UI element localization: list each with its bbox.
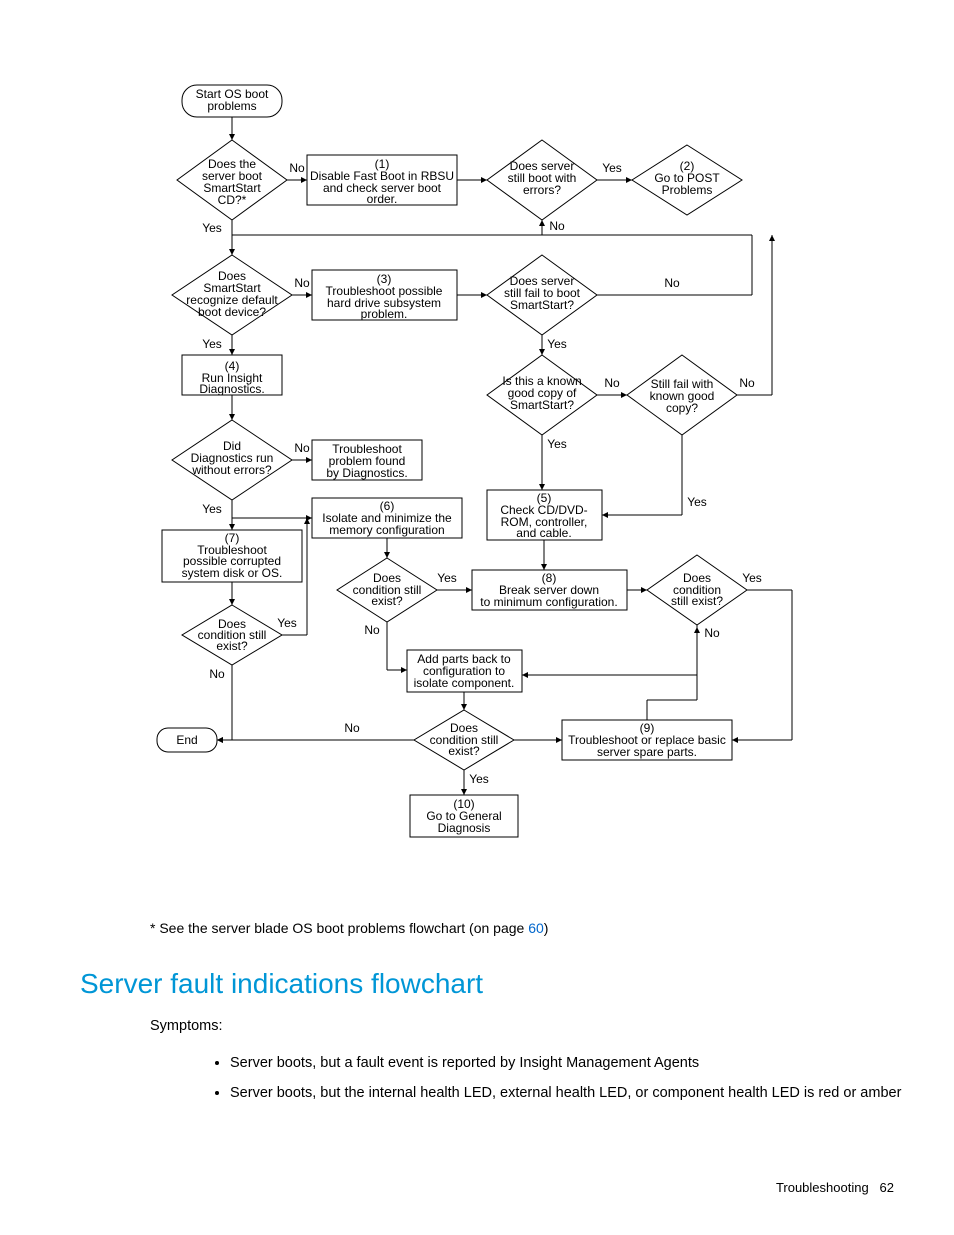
svg-text:problem.: problem. [361,307,408,321]
symptoms-list: Server boots, but a fault event is repor… [160,1055,901,1115]
svg-text:SmartStart?: SmartStart? [510,298,574,312]
svg-text:Problems: Problems [662,183,713,197]
svg-text:No: No [209,667,225,681]
list-item: Server boots, but a fault event is repor… [230,1055,901,1071]
svg-text:Yes: Yes [202,221,222,235]
section-heading: Server fault indications flowchart [80,968,483,1000]
svg-text:Yes: Yes [602,161,622,175]
svg-text:Yes: Yes [202,502,222,516]
svg-text:server spare parts.: server spare parts. [597,745,697,759]
svg-text:order.: order. [367,192,398,206]
svg-text:No: No [294,276,310,290]
svg-text:No: No [344,721,360,735]
svg-text:Yes: Yes [469,772,489,786]
svg-text:No: No [294,441,310,455]
svg-text:errors?: errors? [523,183,561,197]
svg-text:exist?: exist? [448,744,480,758]
svg-text:Yes: Yes [742,571,762,585]
svg-text:No: No [364,623,380,637]
svg-text:system disk or OS.: system disk or OS. [182,566,283,580]
svg-text:No: No [739,376,755,390]
os-boot-flowchart: Start OS boot problems Does the server b… [152,80,872,915]
svg-text:Yes: Yes [437,571,457,585]
svg-text:No: No [604,376,620,390]
svg-text:Yes: Yes [547,337,567,351]
svg-text:No: No [549,219,565,233]
svg-text:Yes: Yes [202,337,222,351]
svg-text:No: No [704,626,720,640]
svg-text:End: End [176,733,197,747]
page-link-60[interactable]: 60 [528,920,544,936]
svg-text:No: No [664,276,680,290]
svg-text:Yes: Yes [277,616,297,630]
svg-text:to minimum configuration.: to minimum configuration. [480,595,617,609]
svg-text:by Diagnostics.: by Diagnostics. [326,466,407,480]
svg-text:Diagnostics.: Diagnostics. [199,382,264,396]
footnote-text: * See the server blade OS boot problems … [150,920,548,936]
svg-text:No: No [289,161,305,175]
svg-text:and cable.: and cable. [516,526,571,540]
svg-text:exist?: exist? [216,639,248,653]
symptoms-label: Symptoms: [150,1018,223,1034]
svg-text:problems: problems [207,99,256,113]
svg-text:isolate component.: isolate component. [414,676,515,690]
svg-text:boot device?: boot device? [198,305,266,319]
page-footer: Troubleshooting 62 [776,1180,894,1195]
svg-text:Diagnosis: Diagnosis [438,821,491,835]
svg-text:Yes: Yes [547,437,567,451]
svg-text:copy?: copy? [666,401,698,415]
svg-text:Yes: Yes [687,495,707,509]
svg-text:exist?: exist? [371,594,403,608]
svg-text:still exist?: still exist? [671,594,723,608]
svg-text:memory configuration: memory configuration [329,523,444,537]
svg-text:SmartStart?: SmartStart? [510,398,574,412]
svg-text:CD?*: CD?* [218,193,247,207]
svg-text:without errors?: without errors? [191,463,272,477]
document-page: Start OS boot problems Does the server b… [0,0,954,1235]
list-item: Server boots, but the internal health LE… [230,1085,901,1101]
